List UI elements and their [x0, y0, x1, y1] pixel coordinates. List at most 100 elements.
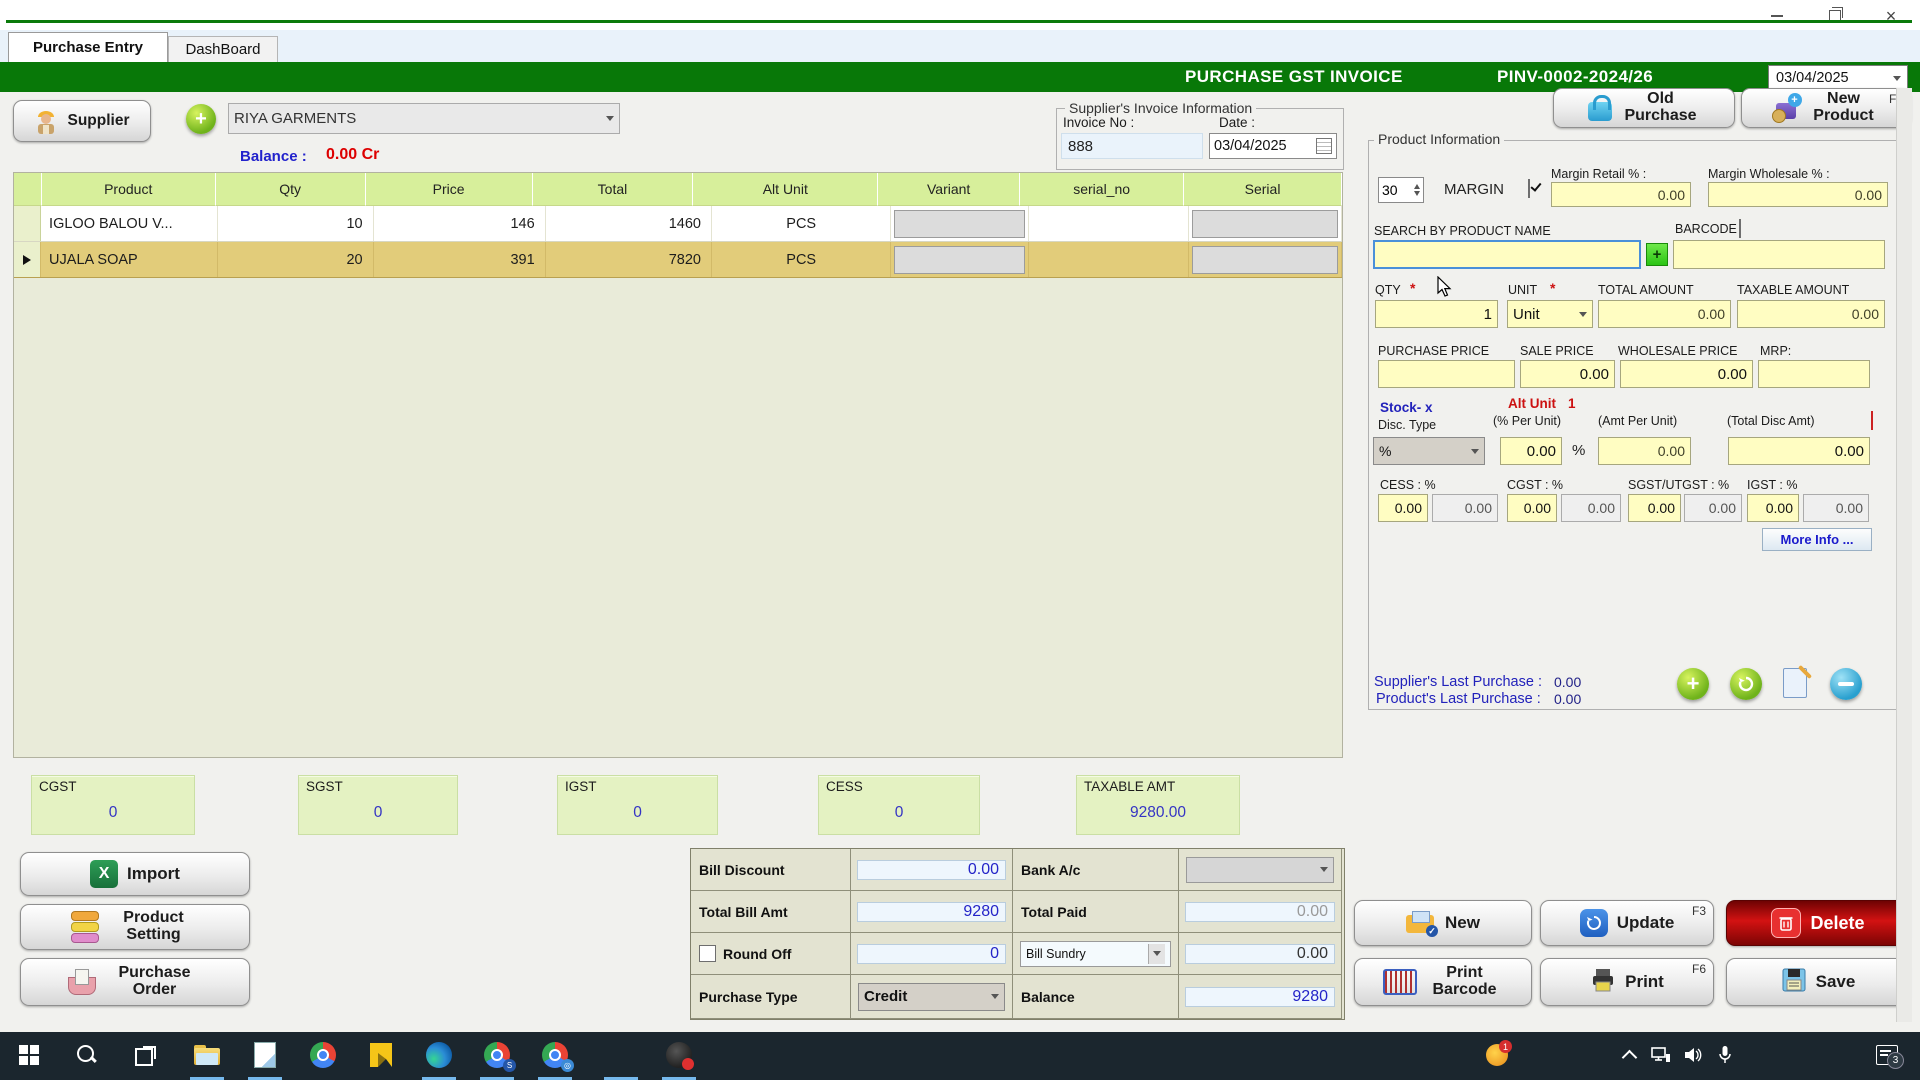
table-row[interactable]: IGLOO BALOU V... 10 146 1460 PCS — [14, 206, 1342, 242]
serial-box[interactable] — [1191, 209, 1338, 238]
cell-product[interactable]: IGLOO BALOU V... — [41, 206, 218, 241]
sgst-pct-input[interactable]: 0.00 — [1628, 494, 1681, 522]
disc-type-select[interactable]: % — [1373, 437, 1485, 465]
delete-button[interactable]: Delete — [1726, 900, 1910, 946]
col-variant[interactable]: Variant — [878, 173, 1021, 206]
igst-pct-input[interactable]: 0.00 — [1747, 494, 1799, 522]
save-button[interactable]: Save — [1726, 958, 1910, 1006]
cell-variant[interactable] — [891, 206, 1030, 241]
old-purchase-button[interactable]: Old Purchase — [1553, 88, 1735, 128]
total-bill-input[interactable]: 9280 — [857, 901, 1006, 922]
disc-amt-input[interactable]: 0.00 — [1598, 437, 1691, 465]
notepad-button[interactable] — [250, 1040, 280, 1070]
col-serial-no[interactable]: serial_no — [1020, 173, 1185, 206]
new-button[interactable]: ✓ New — [1354, 900, 1532, 946]
cell-serial-no[interactable] — [1029, 242, 1189, 277]
close-button[interactable]: × — [1874, 6, 1908, 26]
cell-variant[interactable] — [891, 242, 1030, 277]
qty-input[interactable]: 1 — [1375, 300, 1498, 328]
print-button[interactable]: F6 Print — [1540, 958, 1714, 1006]
tray-expand-button[interactable] — [1614, 1040, 1644, 1070]
spinner-arrows-icon[interactable] — [1414, 181, 1420, 199]
purchase-type-select[interactable]: Credit — [858, 982, 1005, 1011]
weather-tray-icon[interactable]: 1 — [1482, 1040, 1512, 1070]
cell-price[interactable]: 391 — [374, 242, 546, 277]
cell-serial[interactable] — [1189, 242, 1342, 277]
import-button[interactable]: X Import — [20, 852, 250, 896]
cell-qty[interactable]: 10 — [218, 206, 374, 241]
total-paid-input[interactable]: 0.00 — [1185, 901, 1335, 922]
dropdown-button[interactable] — [1148, 943, 1165, 964]
cell-total[interactable]: 1460 — [546, 206, 712, 241]
chrome-button[interactable] — [308, 1040, 338, 1070]
chrome-profile1-button[interactable]: S — [482, 1040, 516, 1072]
edit-note-button[interactable] — [1779, 664, 1813, 700]
disc-pct-input[interactable]: 0.00 — [1500, 437, 1562, 465]
purchase-order-button[interactable]: Purchase Order — [20, 958, 250, 1006]
purchase-price-input[interactable] — [1378, 360, 1515, 388]
chrome-profile2-button[interactable]: ◎ — [540, 1040, 574, 1072]
search-button[interactable] — [72, 1040, 102, 1070]
task-view-button[interactable] — [130, 1040, 160, 1070]
volume-tray-icon[interactable] — [1678, 1040, 1708, 1070]
col-serial[interactable]: Serial — [1184, 173, 1342, 206]
add-supplier-button[interactable]: + — [186, 104, 216, 134]
sgst-amt-field[interactable]: 0.00 — [1684, 494, 1742, 522]
recorder-button[interactable] — [664, 1040, 694, 1070]
bill-sundry-select[interactable]: Bill Sundry — [1020, 940, 1171, 967]
unit-select[interactable]: Unit — [1507, 300, 1593, 328]
refresh-button[interactable] — [1730, 668, 1762, 700]
col-alt-unit[interactable]: Alt Unit — [693, 173, 879, 206]
cell-qty[interactable]: 20 — [218, 242, 374, 277]
barcode-input[interactable] — [1673, 240, 1885, 269]
cell-serial-no[interactable] — [1029, 206, 1189, 241]
col-product[interactable]: Product — [41, 173, 216, 206]
new-product-button[interactable]: F2 + New Product — [1741, 88, 1911, 128]
supplier-invoice-no-input[interactable]: 888 — [1061, 133, 1203, 159]
payment-balance-input[interactable]: 9280 — [1185, 986, 1335, 1007]
add-product-button[interactable]: + — [1646, 243, 1668, 266]
cell-serial[interactable] — [1189, 206, 1342, 241]
cell-product[interactable]: UJALA SOAP — [41, 242, 218, 277]
margin-retail-input[interactable]: 0.00 — [1551, 182, 1691, 207]
variant-box[interactable] — [894, 209, 1026, 238]
print-barcode-button[interactable]: Print Barcode — [1354, 958, 1532, 1006]
restore-button[interactable] — [1818, 6, 1852, 26]
variant-box[interactable] — [894, 245, 1026, 274]
sale-price-input[interactable]: 0.00 — [1520, 360, 1615, 388]
row-selector[interactable] — [14, 242, 42, 277]
product-setting-button[interactable]: Product Setting — [20, 904, 250, 950]
bill-discount-input[interactable]: 0.00 — [857, 859, 1006, 880]
cell-price[interactable]: 146 — [374, 206, 546, 241]
network-tray-icon[interactable] — [1646, 1040, 1676, 1070]
cell-alt-unit[interactable]: PCS — [712, 242, 892, 277]
round-off-checkbox[interactable] — [699, 945, 716, 962]
start-button[interactable] — [14, 1040, 44, 1070]
row-selector[interactable] — [14, 206, 42, 241]
supplier-invoice-date-input[interactable]: 03/04/2025 — [1209, 133, 1337, 159]
add-row-button[interactable]: + — [1677, 668, 1709, 700]
minimize-button[interactable] — [1760, 6, 1794, 26]
margin-spinner[interactable]: 30 — [1378, 177, 1424, 203]
cgst-amt-field[interactable]: 0.00 — [1561, 494, 1621, 522]
col-qty[interactable]: Qty — [215, 173, 366, 206]
total-disc-checkbox[interactable] — [1871, 411, 1873, 430]
bill-sundry-input[interactable]: 0.00 — [1185, 943, 1335, 964]
remove-row-button[interactable] — [1830, 668, 1862, 700]
cell-total[interactable]: 7820 — [546, 242, 712, 277]
tab-purchase-entry[interactable]: Purchase Entry — [8, 32, 168, 62]
serial-box[interactable] — [1191, 245, 1338, 274]
panel-scroll-strip[interactable] — [1896, 88, 1912, 1022]
cell-alt-unit[interactable]: PCS — [712, 206, 892, 241]
barcode-checkbox[interactable] — [1739, 219, 1741, 238]
total-amount-input[interactable]: 0.00 — [1598, 300, 1731, 328]
search-product-input[interactable] — [1373, 240, 1641, 269]
mrp-input[interactable] — [1758, 360, 1870, 388]
cgst-pct-input[interactable]: 0.00 — [1507, 494, 1557, 522]
microphone-tray-icon[interactable] — [1710, 1040, 1740, 1070]
file-explorer-button[interactable] — [192, 1040, 222, 1070]
margin-wholesale-input[interactable]: 0.00 — [1708, 182, 1888, 207]
more-info-button[interactable]: More Info ... — [1762, 528, 1872, 551]
bank-ac-select[interactable] — [1186, 856, 1334, 883]
igst-amt-field[interactable]: 0.00 — [1803, 494, 1869, 522]
